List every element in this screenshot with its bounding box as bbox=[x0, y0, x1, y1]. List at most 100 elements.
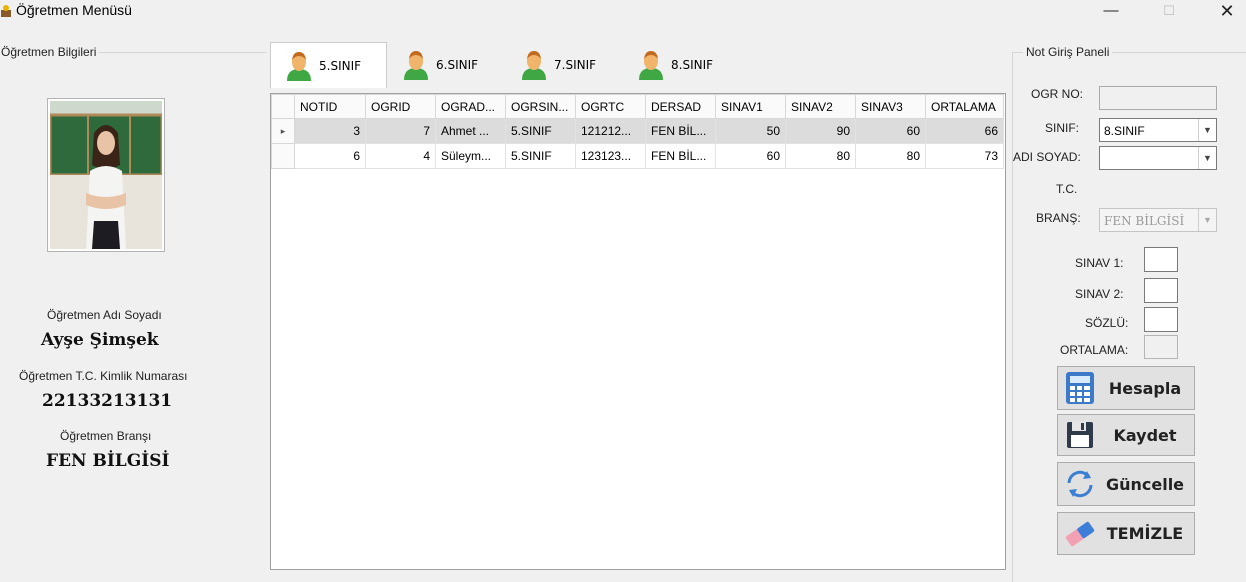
sinav2-input[interactable] bbox=[1144, 278, 1178, 303]
sinif-label: SINIF: bbox=[1045, 121, 1080, 135]
grades-grid[interactable]: NOTID OGRID OGRAD... OGRSIN... OGRTC DER… bbox=[270, 93, 1006, 570]
tab-5-sinif[interactable]: 5.SINIF bbox=[270, 42, 387, 88]
tc-label: T.C. bbox=[1056, 182, 1078, 196]
column-header[interactable]: OGRAD... bbox=[435, 94, 506, 119]
row-selector[interactable] bbox=[271, 143, 295, 169]
sinif-selected-value: 8.SINIF bbox=[1104, 124, 1145, 138]
column-header[interactable]: OGRTC bbox=[575, 94, 646, 119]
chevron-down-icon[interactable]: ▼ bbox=[1198, 119, 1216, 141]
student-avatar-icon bbox=[287, 51, 311, 81]
tab-label: 6.SINIF bbox=[436, 58, 479, 72]
tab-label: 5.SINIF bbox=[319, 58, 362, 73]
guncelle-button[interactable]: Güncelle bbox=[1057, 462, 1195, 506]
brans-selected-value: FEN BİLGİSİ bbox=[1104, 214, 1185, 228]
student-avatar-icon bbox=[522, 51, 546, 80]
maximize-button[interactable]: ☐ bbox=[1146, 0, 1192, 24]
guncelle-label: Güncelle bbox=[1105, 474, 1185, 494]
column-header[interactable]: DERSAD bbox=[645, 94, 716, 119]
kaydet-label: Kaydet bbox=[1113, 425, 1177, 445]
table-cell[interactable]: Ahmet ... bbox=[435, 118, 506, 144]
table-cell[interactable]: 4 bbox=[365, 143, 436, 169]
student-avatar-icon bbox=[639, 51, 663, 80]
teacher-photo bbox=[47, 98, 165, 252]
column-header[interactable]: SINAV2 bbox=[785, 94, 856, 119]
row-header-corner bbox=[271, 94, 295, 119]
teacher-photo-image bbox=[50, 101, 162, 249]
teacher-branch-label: Öğretmen Branşı bbox=[60, 429, 152, 443]
table-cell[interactable]: 5.SINIF bbox=[505, 118, 576, 144]
ortalama-output bbox=[1144, 335, 1178, 359]
chevron-down-icon: ▼ bbox=[1198, 209, 1216, 231]
tab-7-sinif[interactable]: 7.SINIF bbox=[520, 44, 620, 86]
table-cell[interactable]: 90 bbox=[785, 118, 856, 144]
table-cell[interactable]: 123123... bbox=[575, 143, 646, 169]
teacher-name: Ayşe Şimşek bbox=[41, 330, 159, 350]
table-cell[interactable]: 60 bbox=[855, 118, 926, 144]
ogr-no-field[interactable] bbox=[1099, 86, 1217, 110]
row-selector-icon[interactable]: ▸ bbox=[271, 118, 295, 144]
column-header[interactable]: SINAV1 bbox=[715, 94, 786, 119]
table-cell[interactable]: FEN BİL... bbox=[645, 143, 716, 169]
table-cell[interactable]: 80 bbox=[785, 143, 856, 169]
save-icon bbox=[1060, 415, 1100, 455]
temizle-label: TEMİZLE bbox=[1106, 524, 1184, 543]
table-cell[interactable]: Süleym... bbox=[435, 143, 506, 169]
tab-6-sinif[interactable]: 6.SINIF bbox=[402, 44, 502, 86]
table-cell[interactable]: 60 bbox=[715, 143, 786, 169]
grades-table: NOTID OGRID OGRAD... OGRSIN... OGRTC DER… bbox=[271, 94, 1004, 169]
table-cell[interactable]: 50 bbox=[715, 118, 786, 144]
table-cell[interactable]: 80 bbox=[855, 143, 926, 169]
sinav2-label: SINAV 2: bbox=[1075, 287, 1124, 301]
student-avatar-icon bbox=[404, 51, 428, 80]
tab-8-sinif[interactable]: 8.SINIF bbox=[637, 44, 737, 86]
table-cell[interactable]: 6 bbox=[294, 143, 366, 169]
column-header[interactable]: SINAV3 bbox=[855, 94, 926, 119]
column-header[interactable]: OGRID bbox=[365, 94, 436, 119]
minimize-button[interactable]: — bbox=[1088, 0, 1134, 24]
table-cell[interactable]: 66 bbox=[925, 118, 1004, 144]
teacher-info-legend: Öğretmen Bilgileri bbox=[0, 45, 100, 59]
sinif-select[interactable]: 8.SINIF ▼ bbox=[1099, 118, 1217, 142]
app-icon bbox=[1, 5, 11, 17]
window-title: Öğretmen Menüsü bbox=[16, 2, 132, 18]
sinav1-label: SINAV 1: bbox=[1075, 256, 1124, 270]
brans-select: FEN BİLGİSİ ▼ bbox=[1099, 208, 1217, 232]
table-row[interactable]: ▸ 3 7 Ahmet ... 5.SINIF 121212... FEN Bİ… bbox=[271, 118, 1004, 144]
ad-soyad-select[interactable]: ▼ bbox=[1099, 146, 1217, 170]
ad-soyad-label: ADI SOYAD: bbox=[1013, 150, 1081, 164]
teacher-name-label: Öğretmen Adı Soyadı bbox=[47, 308, 162, 322]
temizle-button[interactable]: TEMİZLE bbox=[1057, 512, 1195, 555]
table-cell[interactable]: 7 bbox=[365, 118, 436, 144]
tab-label: 8.SINIF bbox=[671, 58, 714, 72]
column-header[interactable]: ORTALAMA bbox=[925, 94, 1004, 119]
table-cell[interactable]: FEN BİL... bbox=[645, 118, 716, 144]
tab-label: 7.SINIF bbox=[554, 58, 597, 72]
grid-header-row: NOTID OGRID OGRAD... OGRSIN... OGRTC DER… bbox=[271, 94, 1004, 119]
hesapla-label: Hesapla bbox=[1108, 378, 1182, 398]
calculator-icon bbox=[1060, 368, 1100, 408]
table-cell[interactable]: 3 bbox=[294, 118, 366, 144]
teacher-branch: FEN BİLGİSİ bbox=[46, 451, 170, 471]
ortalama-label: ORTALAMA: bbox=[1060, 343, 1129, 357]
sinav1-input[interactable] bbox=[1144, 247, 1178, 272]
teacher-tc-label: Öğretmen T.C. Kimlik Numarası bbox=[19, 369, 188, 383]
title-bar: Öğretmen Menüsü — ☐ ✕ bbox=[0, 0, 1246, 28]
close-button[interactable]: ✕ bbox=[1204, 0, 1246, 24]
teacher-tc: 22133213131 bbox=[42, 391, 173, 411]
table-row[interactable]: 6 4 Süleym... 5.SINIF 123123... FEN BİL.… bbox=[271, 143, 1004, 169]
table-cell[interactable]: 121212... bbox=[575, 118, 646, 144]
refresh-icon bbox=[1060, 464, 1100, 504]
sozlu-input[interactable] bbox=[1144, 307, 1178, 332]
sozlu-label: SÖZLÜ: bbox=[1085, 316, 1129, 330]
chevron-down-icon[interactable]: ▼ bbox=[1198, 147, 1216, 169]
grade-entry-legend: Not Giriş Paneli bbox=[1023, 45, 1113, 59]
column-header[interactable]: NOTID bbox=[294, 94, 366, 119]
table-cell[interactable]: 73 bbox=[925, 143, 1004, 169]
brans-label: BRANŞ: bbox=[1036, 211, 1081, 225]
kaydet-button[interactable]: Kaydet bbox=[1057, 414, 1195, 456]
hesapla-button[interactable]: Hesapla bbox=[1057, 366, 1195, 410]
column-header[interactable]: OGRSIN... bbox=[505, 94, 576, 119]
eraser-icon bbox=[1060, 514, 1100, 554]
table-cell[interactable]: 5.SINIF bbox=[505, 143, 576, 169]
ogr-no-label: OGR NO: bbox=[1031, 87, 1084, 101]
